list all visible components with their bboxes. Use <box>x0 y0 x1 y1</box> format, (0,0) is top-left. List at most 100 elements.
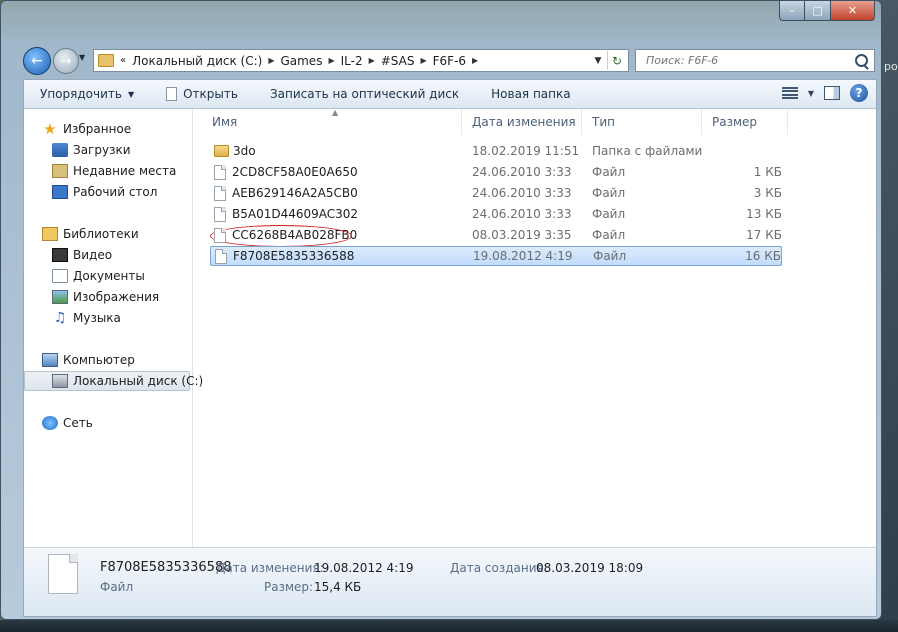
chevron-right-icon[interactable]: ▶ <box>328 56 334 65</box>
sidebar-item-music[interactable]: ♫ Музыка <box>52 308 121 328</box>
view-dropdown-icon[interactable]: ▼ <box>808 89 814 98</box>
chevron-right-icon[interactable]: ▶ <box>420 56 426 65</box>
chevron-down-icon: ▼ <box>127 89 135 99</box>
sidebar-item-label: Локальный диск (C:) <box>73 374 204 388</box>
chevron-right-icon[interactable]: ▶ <box>472 56 478 65</box>
column-header-type[interactable]: Тип <box>582 109 702 135</box>
minimize-button[interactable]: – <box>779 1 805 21</box>
table-row[interactable]: AEB629146A2A5CB0 24.06.2010 3:33 Файл 3 … <box>210 183 782 203</box>
recent-places-icon <box>52 164 68 178</box>
breadcrumb-item-f6f6[interactable]: F6F-6 <box>433 54 466 68</box>
sidebar-item-computer[interactable]: Компьютер <box>42 350 135 370</box>
sidebar-item-label: Рабочий стол <box>73 185 158 199</box>
new-folder-button[interactable]: Новая папка <box>475 80 586 108</box>
view-controls: ▼ ? <box>781 84 868 102</box>
command-bar: Упорядочить ▼ Открыть Записать на оптиче… <box>24 80 876 109</box>
organize-button[interactable]: Упорядочить ▼ <box>24 80 150 108</box>
breadcrumb-item-sas[interactable]: #SAS <box>381 54 415 68</box>
content-panel: Упорядочить ▼ Открыть Записать на оптиче… <box>23 79 877 617</box>
file-icon <box>215 248 227 264</box>
file-size: 13 КБ <box>746 207 782 221</box>
file-icon <box>214 227 226 243</box>
file-date: 24.06.2010 3:33 <box>472 207 572 221</box>
forward-arrow-icon: → <box>60 53 72 69</box>
navigation-bar: ← → ▼ « Локальный диск (C:) ▶ Games ▶ IL… <box>1 45 881 75</box>
file-name: AEB629146A2A5CB0 <box>232 186 358 200</box>
file-type: Файл <box>592 165 626 179</box>
chevron-double-left-icon[interactable]: « <box>120 55 126 66</box>
address-bar[interactable]: « Локальный диск (C:) ▶ Games ▶ IL-2 ▶ #… <box>93 49 629 72</box>
column-header-size[interactable]: Размер <box>702 109 788 135</box>
sidebar-item-label: Видео <box>73 248 113 262</box>
file-name: B5A01D44609AC302 <box>232 207 359 221</box>
search-icon[interactable] <box>855 54 868 67</box>
column-header-name[interactable]: Имя ▲ <box>202 108 462 135</box>
breadcrumb: Локальный диск (C:) ▶ Games ▶ IL-2 ▶ #SA… <box>132 54 484 68</box>
sidebar-item-label: Сеть <box>63 416 93 430</box>
help-icon[interactable]: ? <box>850 84 868 102</box>
network-icon <box>42 416 58 430</box>
sidebar-item-video[interactable]: Видео <box>52 245 112 265</box>
burn-label: Записать на оптический диск <box>269 87 460 101</box>
search-input[interactable] <box>644 53 848 68</box>
sidebar-item-network[interactable]: Сеть <box>42 413 93 433</box>
back-arrow-icon: ← <box>31 53 43 69</box>
sidebar-item-documents[interactable]: Документы <box>52 266 145 286</box>
table-row[interactable]: CC6268B4AB028FB0 08.03.2019 3:35 Файл 17… <box>210 224 782 247</box>
downloads-icon <box>52 143 68 157</box>
breadcrumb-item-local-disk[interactable]: Локальный диск (C:) <box>132 54 262 68</box>
file-icon <box>48 554 78 594</box>
column-header-label: Тип <box>592 115 615 129</box>
details-filename: F8708E5835336588 <box>100 560 232 575</box>
maximize-button[interactable]: □ <box>805 1 831 21</box>
open-button[interactable]: Открыть <box>150 80 254 108</box>
preview-pane-icon[interactable] <box>824 86 840 100</box>
table-row-selected[interactable]: F8708E5835336588 19.08.2012 4:19 Файл 16… <box>210 246 782 266</box>
table-row[interactable]: B5A01D44609AC302 24.06.2010 3:33 Файл 13… <box>210 204 782 224</box>
file-icon <box>214 206 226 222</box>
taskbar <box>0 620 898 632</box>
file-name: 3do <box>233 144 256 158</box>
refresh-icon[interactable]: ↻ <box>607 51 626 70</box>
sidebar-item-desktop[interactable]: Рабочий стол <box>52 182 157 202</box>
history-dropdown-icon[interactable]: ▼ <box>79 53 85 62</box>
sidebar-item-images[interactable]: Изображения <box>52 287 159 307</box>
address-dropdown-icon[interactable]: ▼ <box>589 51 607 70</box>
images-icon <box>52 290 68 304</box>
title-bar <box>1 1 881 45</box>
view-details-icon[interactable] <box>781 87 798 99</box>
table-row[interactable]: 3do 18.02.2019 11:51 Папка с файлами <box>210 141 782 161</box>
sidebar-item-downloads[interactable]: Загрузки <box>52 140 131 160</box>
sidebar-item-favorites[interactable]: ★ Избранное <box>42 119 131 139</box>
details-pane: F8708E5835336588 Файл Дата изменения: 19… <box>24 547 876 616</box>
table-row[interactable]: 2CD8CF58A0E0A650 24.06.2010 3:33 Файл 1 … <box>210 162 782 182</box>
column-header-label: Дата изменения <box>472 115 576 129</box>
file-icon <box>214 185 226 201</box>
column-header-date[interactable]: Дата изменения <box>462 109 582 135</box>
file-date: 08.03.2019 3:35 <box>472 228 572 242</box>
file-type: Папка с файлами <box>592 144 703 158</box>
sidebar-item-recent[interactable]: Недавние места <box>52 161 176 181</box>
burn-button[interactable]: Записать на оптический диск <box>254 80 475 108</box>
back-button[interactable]: ← <box>23 47 51 75</box>
details-size-label: Размер: <box>264 580 314 594</box>
breadcrumb-item-games[interactable]: Games <box>280 54 322 68</box>
sidebar-item-libraries[interactable]: Библиотеки <box>42 224 139 244</box>
file-size: 1 КБ <box>753 165 782 179</box>
chevron-right-icon[interactable]: ▶ <box>268 56 274 65</box>
sort-ascending-icon: ▲ <box>332 108 339 117</box>
file-icon <box>166 87 178 101</box>
sidebar-item-label: Библиотеки <box>63 227 139 241</box>
computer-icon <box>42 353 58 367</box>
navigation-pane: ★ Избранное Загрузки Недавние места Рабо… <box>24 109 203 547</box>
forward-button[interactable]: → <box>53 48 79 74</box>
file-date: 18.02.2019 11:51 <box>472 144 580 158</box>
chevron-right-icon[interactable]: ▶ <box>369 56 375 65</box>
sidebar-item-local-disk[interactable]: Локальный диск (C:) <box>24 371 203 391</box>
red-annotation-ellipse <box>210 224 352 247</box>
organize-label: Упорядочить <box>40 87 122 101</box>
breadcrumb-item-il2[interactable]: IL-2 <box>341 54 363 68</box>
close-button[interactable]: ✕ <box>831 1 875 21</box>
star-icon: ★ <box>43 120 57 138</box>
hard-drive-icon <box>52 374 68 388</box>
